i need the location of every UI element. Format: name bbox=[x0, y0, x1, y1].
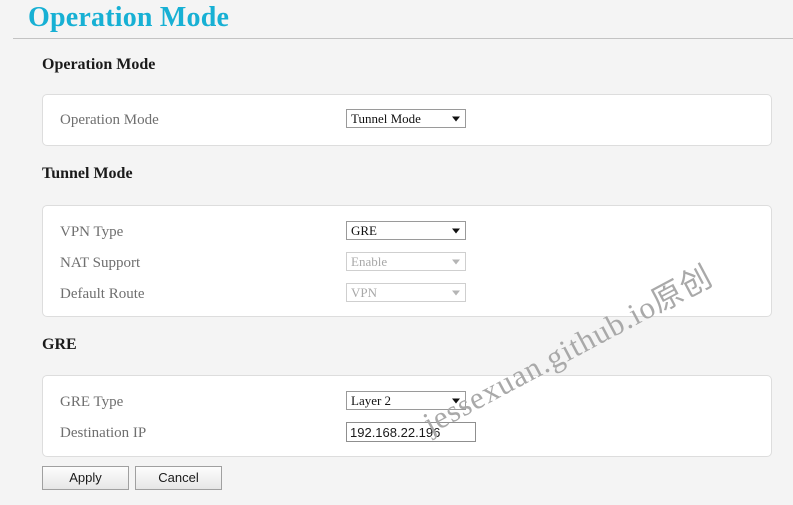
row-nat-support: NAT Support Enable bbox=[43, 252, 771, 276]
select-gre-type[interactable]: Layer 2 bbox=[346, 391, 466, 410]
row-operation-mode: Operation Mode Tunnel Mode bbox=[43, 109, 771, 133]
select-nat-support-value: Enable bbox=[351, 254, 388, 269]
label-destination-ip: Destination IP bbox=[60, 425, 147, 441]
destination-ip-input[interactable] bbox=[346, 422, 476, 442]
row-gre-type: GRE Type Layer 2 bbox=[43, 391, 771, 415]
select-default-route-value: VPN bbox=[351, 285, 378, 300]
select-nat-support: Enable bbox=[346, 252, 466, 271]
select-operation-mode[interactable]: Tunnel Mode bbox=[346, 109, 466, 128]
label-vpn-type: VPN Type bbox=[60, 224, 124, 240]
title-divider bbox=[13, 38, 793, 39]
label-operation-mode: Operation Mode bbox=[60, 112, 159, 128]
row-destination-ip: Destination IP bbox=[43, 422, 771, 446]
chevron-down-icon bbox=[452, 398, 460, 403]
row-default-route: Default Route VPN bbox=[43, 283, 771, 307]
chevron-down-icon bbox=[452, 116, 460, 121]
label-gre-type: GRE Type bbox=[60, 394, 124, 410]
chevron-down-icon bbox=[452, 290, 460, 295]
chevron-down-icon bbox=[452, 228, 460, 233]
label-default-route: Default Route bbox=[60, 286, 145, 302]
apply-button[interactable]: Apply bbox=[42, 466, 129, 490]
select-vpn-type-value: GRE bbox=[351, 223, 377, 238]
row-vpn-type: VPN Type GRE bbox=[43, 221, 771, 245]
panel-operation-mode: Operation Mode Tunnel Mode bbox=[42, 94, 772, 146]
section-heading-gre: GRE bbox=[42, 336, 77, 353]
section-heading-operation-mode: Operation Mode bbox=[42, 56, 156, 73]
select-default-route: VPN bbox=[346, 283, 466, 302]
chevron-down-icon bbox=[452, 259, 460, 264]
section-heading-tunnel-mode: Tunnel Mode bbox=[42, 165, 133, 182]
panel-tunnel-mode: VPN Type GRE NAT Support Enable Default … bbox=[42, 205, 772, 317]
select-vpn-type[interactable]: GRE bbox=[346, 221, 466, 240]
cancel-button[interactable]: Cancel bbox=[135, 466, 222, 490]
panel-gre: GRE Type Layer 2 Destination IP bbox=[42, 375, 772, 457]
label-nat-support: NAT Support bbox=[60, 255, 141, 271]
select-operation-mode-value: Tunnel Mode bbox=[351, 111, 421, 126]
page-title: Operation Mode bbox=[28, 2, 230, 33]
select-gre-type-value: Layer 2 bbox=[351, 393, 392, 408]
